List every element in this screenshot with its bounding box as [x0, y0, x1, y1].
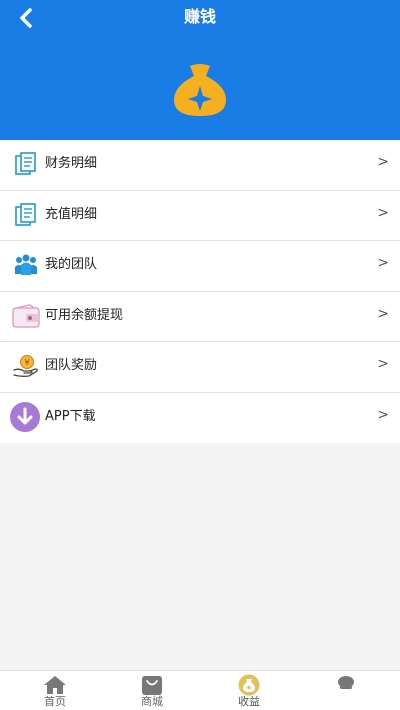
download-icon [9, 401, 41, 433]
recharge-doc-icon [11, 200, 41, 230]
menu-item-label: 可用余额提现 [45, 307, 124, 323]
bottom-tab-bar: 首页 商城 收益 [0, 670, 400, 710]
chevron-right-icon: > [377, 255, 389, 271]
shopping-bag-icon [140, 674, 164, 696]
chevron-right-icon: > [377, 305, 389, 322]
menu-item-my-team[interactable]: 我的团队 > [0, 241, 400, 292]
chevron-right-icon: > [377, 154, 389, 170]
tab-profile[interactable] [296, 671, 396, 710]
menu-item-finance-details[interactable]: 财务明细 > [0, 140, 400, 191]
money-bag-icon [170, 62, 230, 118]
profile-icon [334, 672, 358, 694]
menu-item-label: 财务明细 [45, 156, 98, 171]
chevron-right-icon: > [377, 204, 389, 221]
home-icon [43, 674, 67, 696]
menu-item-team-reward[interactable]: ¥ 团队奖励 > [0, 342, 400, 393]
menu-item-label: 充值明细 [45, 206, 98, 222]
menu-item-app-download[interactable]: APP下载 > [0, 393, 400, 444]
team-people-icon [11, 250, 41, 280]
wallet-icon [11, 301, 41, 331]
tab-home[interactable]: 首页 [5, 671, 105, 710]
chevron-right-icon: > [377, 406, 389, 423]
money-bag-icon [237, 674, 261, 696]
menu-item-label: APP下载 [45, 408, 96, 424]
tab-mall[interactable]: 商城 [102, 671, 202, 710]
chevron-right-icon: > [377, 356, 389, 372]
header-bar: 赚钱 [0, 0, 400, 140]
menu-item-recharge-details[interactable]: 充值明细 > [0, 191, 400, 241]
page-title: 赚钱 [183, 7, 216, 26]
menu-item-label: 团队奖励 [45, 358, 98, 373]
tab-label: 首页 [44, 695, 66, 708]
finance-doc-icon [11, 149, 41, 179]
menu-item-label: 我的团队 [45, 257, 98, 272]
coin-hand-icon: ¥ [11, 351, 41, 381]
menu-item-withdraw-balance[interactable]: 可用余额提现 > [0, 292, 400, 342]
tab-earnings[interactable]: 收益 [199, 671, 299, 710]
tab-label: 商城 [141, 695, 163, 708]
tab-label: 收益 [238, 695, 260, 708]
svg-text:¥: ¥ [24, 358, 29, 367]
menu-list: 财务明细 > 充值明细 > 我的团队 > 可用余额提现 > ¥ 团队奖励 > A… [0, 140, 400, 443]
